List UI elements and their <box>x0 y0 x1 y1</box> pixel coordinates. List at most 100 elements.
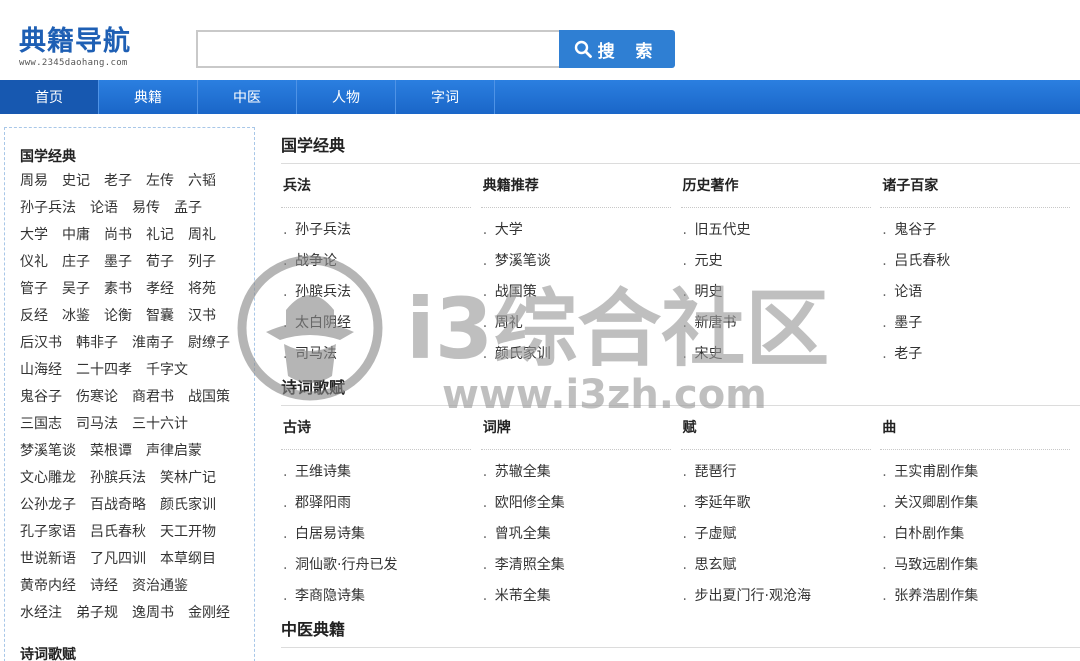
list-item[interactable]: . 论语 <box>880 277 1080 308</box>
site-logo[interactable]: 典籍导航 www.2345daohang.com <box>19 26 189 72</box>
sidebar-link[interactable]: 金刚经 <box>188 605 230 632</box>
list-item[interactable]: . 步出夏门行·观沧海 <box>681 581 881 612</box>
sidebar-link[interactable]: 尉缭子 <box>188 335 230 362</box>
sidebar-link[interactable]: 梦溪笔谈 <box>20 443 76 470</box>
list-item[interactable]: . 关汉卿剧作集 <box>880 488 1080 519</box>
sidebar-link[interactable]: 山海经 <box>20 362 62 389</box>
sidebar-link[interactable]: 公孙龙子 <box>20 497 76 524</box>
category-title[interactable]: 古诗 <box>281 406 471 450</box>
sidebar-link[interactable]: 老子 <box>104 173 132 200</box>
sidebar-link[interactable]: 本草纲目 <box>160 551 216 578</box>
list-item[interactable]: . 郡驿阳雨 <box>281 488 481 519</box>
list-item[interactable]: . 颜氏家训 <box>481 339 681 370</box>
sidebar-link[interactable]: 汉书 <box>188 308 216 335</box>
list-item[interactable]: . 宋史 <box>681 339 881 370</box>
list-item[interactable]: . 墨子 <box>880 308 1080 339</box>
list-item[interactable]: . 李清照全集 <box>481 550 681 581</box>
list-item[interactable]: . 白朴剧作集 <box>880 519 1080 550</box>
sidebar-link[interactable]: 智囊 <box>146 308 174 335</box>
search-button[interactable]: 搜 索 <box>559 30 675 68</box>
sidebar-link[interactable]: 左传 <box>146 173 174 200</box>
list-item[interactable]: . 孙膑兵法 <box>281 277 481 308</box>
category-title[interactable]: 词牌 <box>480 406 671 450</box>
list-item[interactable]: . 张养浩剧作集 <box>880 581 1080 612</box>
list-item[interactable]: . 米芾全集 <box>481 581 681 612</box>
list-item[interactable]: . 洞仙歌·行舟已发 <box>281 550 481 581</box>
list-item[interactable]: . 思玄赋 <box>681 550 881 581</box>
category-title[interactable]: 历史著作 <box>680 164 871 208</box>
list-item[interactable]: . 子虚赋 <box>681 519 881 550</box>
sidebar-link[interactable]: 论语 <box>90 200 118 227</box>
nav-item-medicine[interactable]: 中医 <box>198 80 297 114</box>
sidebar-link[interactable]: 弟子规 <box>76 605 118 632</box>
list-item[interactable]: . 王实甫剧作集 <box>880 457 1080 488</box>
list-item[interactable]: . 李延年歌 <box>681 488 881 519</box>
list-item[interactable]: . 李商隐诗集 <box>281 581 481 612</box>
sidebar-link[interactable]: 资治通鉴 <box>132 578 188 605</box>
list-item[interactable]: . 琵琶行 <box>681 457 881 488</box>
sidebar-link[interactable]: 孙膑兵法 <box>90 470 146 497</box>
list-item[interactable]: . 苏辙全集 <box>481 457 681 488</box>
sidebar-link[interactable]: 了凡四训 <box>90 551 146 578</box>
sidebar-link[interactable]: 天工开物 <box>160 524 216 551</box>
list-item[interactable]: . 太白阴经 <box>281 308 481 339</box>
sidebar-link[interactable]: 声律启蒙 <box>146 443 202 470</box>
sidebar-link[interactable]: 百战奇略 <box>90 497 146 524</box>
nav-item-people[interactable]: 人物 <box>297 80 396 114</box>
category-title[interactable]: 兵法 <box>281 164 471 208</box>
sidebar-link[interactable]: 素书 <box>104 281 132 308</box>
sidebar-link[interactable]: 尚书 <box>104 227 132 254</box>
sidebar-link[interactable]: 孟子 <box>174 200 202 227</box>
sidebar-link[interactable]: 二十四孝 <box>76 362 132 389</box>
sidebar-link[interactable]: 周礼 <box>188 227 216 254</box>
category-title[interactable]: 诸子百家 <box>880 164 1071 208</box>
sidebar-link[interactable]: 战国策 <box>188 389 230 416</box>
list-item[interactable]: . 孙子兵法 <box>281 215 481 246</box>
sidebar-link[interactable]: 庄子 <box>62 254 90 281</box>
sidebar-link[interactable]: 冰鉴 <box>62 308 90 335</box>
list-item[interactable]: . 旧五代史 <box>681 215 881 246</box>
nav-item-home[interactable]: 首页 <box>0 80 99 114</box>
sidebar-link[interactable]: 周易 <box>20 173 48 200</box>
sidebar-link[interactable]: 列子 <box>188 254 216 281</box>
sidebar-link[interactable]: 管子 <box>20 281 48 308</box>
list-item[interactable]: . 老子 <box>880 339 1080 370</box>
list-item[interactable]: . 新唐书 <box>681 308 881 339</box>
list-item[interactable]: . 鬼谷子 <box>880 215 1080 246</box>
sidebar-link[interactable]: 中庸 <box>62 227 90 254</box>
sidebar-link[interactable]: 将苑 <box>188 281 216 308</box>
sidebar-link[interactable]: 颜氏家训 <box>160 497 216 524</box>
list-item[interactable]: . 周礼 <box>481 308 681 339</box>
sidebar-link[interactable]: 菜根谭 <box>90 443 132 470</box>
list-item[interactable]: . 白居易诗集 <box>281 519 481 550</box>
list-item[interactable]: . 战争论 <box>281 246 481 277</box>
sidebar-link[interactable]: 千字文 <box>146 362 188 389</box>
sidebar-link[interactable]: 孔子家语 <box>20 524 76 551</box>
sidebar-link[interactable]: 大学 <box>20 227 48 254</box>
sidebar-link[interactable]: 吕氏春秋 <box>90 524 146 551</box>
sidebar-link[interactable]: 墨子 <box>104 254 132 281</box>
sidebar-link[interactable]: 世说新语 <box>20 551 76 578</box>
category-title[interactable]: 赋 <box>680 406 871 450</box>
list-item[interactable]: . 明史 <box>681 277 881 308</box>
sidebar-link[interactable]: 六韬 <box>188 173 216 200</box>
sidebar-link[interactable]: 水经注 <box>20 605 62 632</box>
sidebar-link[interactable]: 荀子 <box>146 254 174 281</box>
sidebar-link[interactable]: 仪礼 <box>20 254 48 281</box>
sidebar-link[interactable]: 论衡 <box>104 308 132 335</box>
sidebar-link[interactable]: 韩非子 <box>76 335 118 362</box>
sidebar-link[interactable]: 后汉书 <box>20 335 62 362</box>
sidebar-link[interactable]: 鬼谷子 <box>20 389 62 416</box>
list-item[interactable]: . 吕氏春秋 <box>880 246 1080 277</box>
sidebar-link[interactable]: 礼记 <box>146 227 174 254</box>
sidebar-link[interactable]: 三国志 <box>20 416 62 443</box>
category-title[interactable]: 曲 <box>880 406 1071 450</box>
search-input[interactable] <box>196 30 559 68</box>
sidebar-link[interactable]: 史记 <box>62 173 90 200</box>
sidebar-link[interactable]: 吴子 <box>62 281 90 308</box>
list-item[interactable]: . 曾巩全集 <box>481 519 681 550</box>
sidebar-link[interactable]: 黄帝内经 <box>20 578 76 605</box>
list-item[interactable]: . 司马法 <box>281 339 481 370</box>
sidebar-link[interactable]: 淮南子 <box>132 335 174 362</box>
sidebar-link[interactable]: 文心雕龙 <box>20 470 76 497</box>
